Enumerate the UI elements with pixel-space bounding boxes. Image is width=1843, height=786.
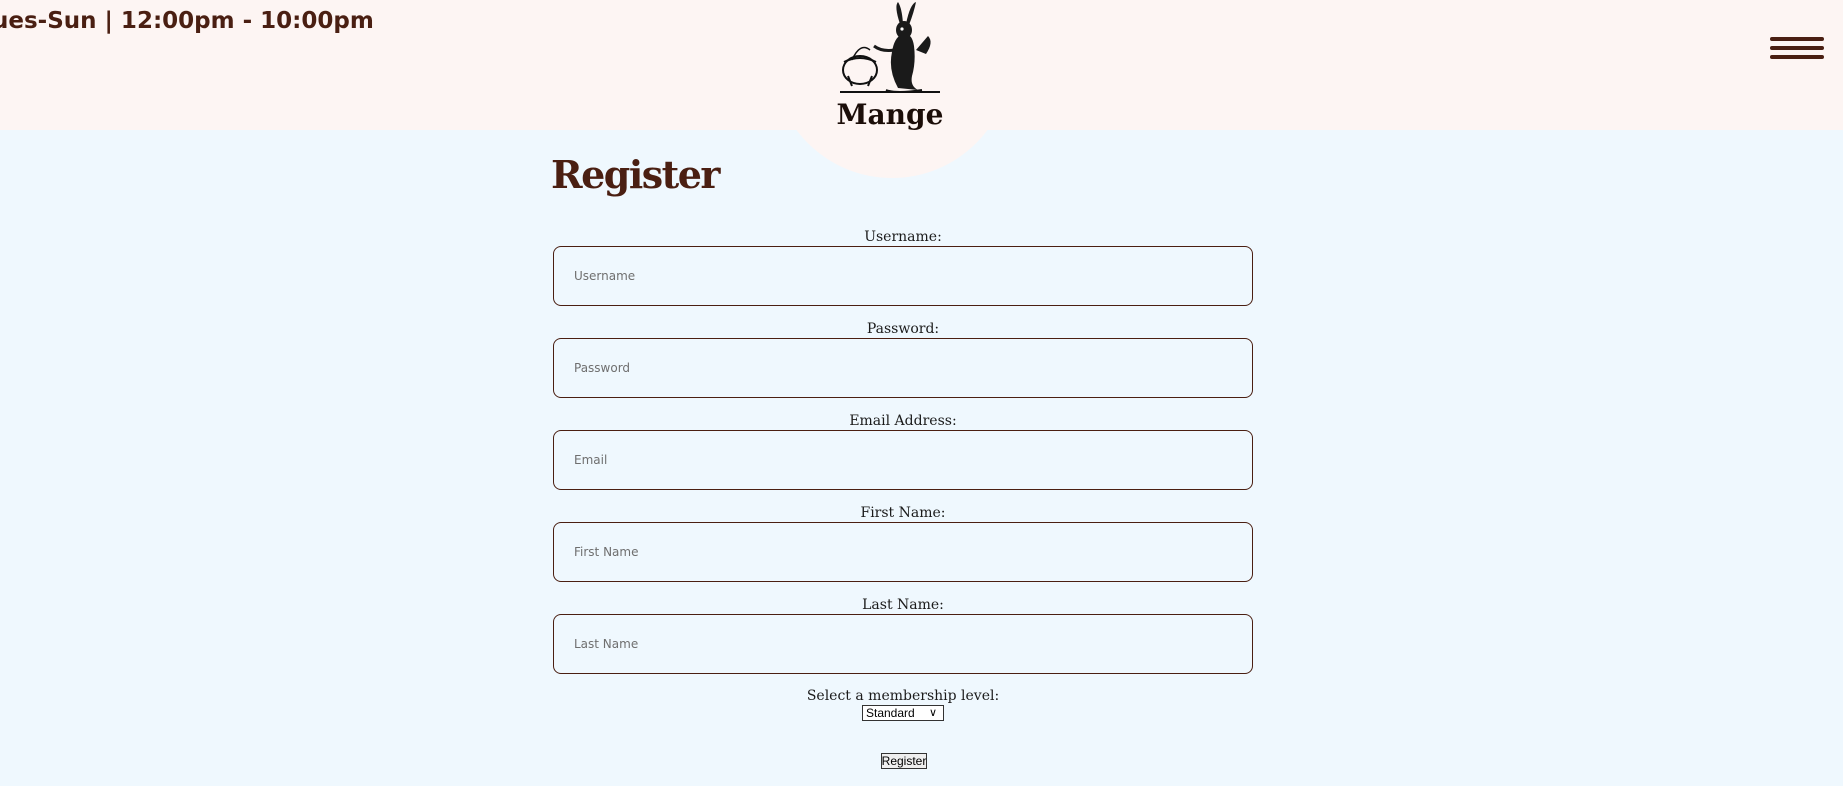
site-logo[interactable]: Mange (830, 0, 950, 135)
last-name-label: Last Name: (862, 597, 944, 613)
first-name-input[interactable] (553, 522, 1253, 582)
logo-wordmark: Mange (836, 98, 944, 131)
hamburger-menu-icon[interactable] (1770, 37, 1824, 63)
opening-hours: ues-Sun | 12:00pm - 10:00pm (0, 8, 374, 34)
email-label: Email Address: (849, 413, 957, 429)
password-input[interactable] (553, 338, 1253, 398)
username-input[interactable] (553, 246, 1253, 306)
last-name-input[interactable] (553, 614, 1253, 674)
email-input[interactable] (553, 430, 1253, 490)
username-label: Username: (864, 229, 942, 245)
membership-select[interactable]: Standard ∨ (862, 705, 944, 721)
rabbit-chef-icon (840, 2, 940, 93)
page-title: Register (551, 152, 720, 197)
membership-selected-value: Standard (866, 706, 915, 720)
membership-label: Select a membership level: (806, 688, 1000, 704)
register-button[interactable]: Register (881, 753, 927, 769)
chevron-down-icon: ∨ (928, 707, 937, 719)
password-label: Password: (866, 321, 940, 337)
site-header: ues-Sun | 12:00pm - 10:00pm Mange (0, 0, 1843, 178)
first-name-label: First Name: (860, 505, 946, 521)
